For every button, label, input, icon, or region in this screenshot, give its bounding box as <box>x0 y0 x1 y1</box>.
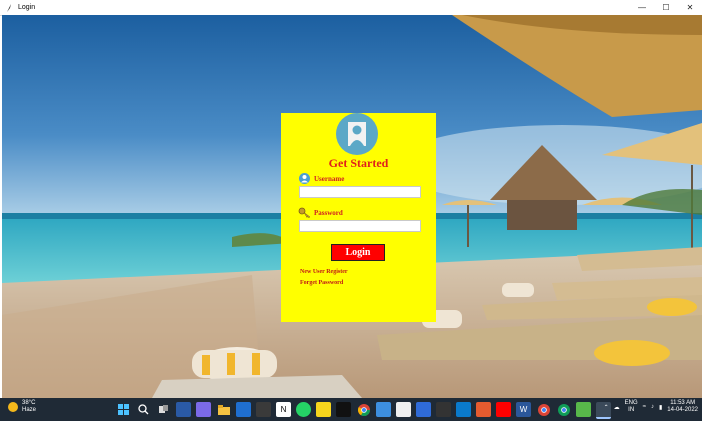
window-titlebar: Login — ☐ ✕ <box>0 0 702 16</box>
widgets-icon[interactable] <box>176 402 191 417</box>
phone-icon[interactable] <box>376 402 391 417</box>
get-started-heading: Get Started <box>328 156 389 170</box>
app-icon-2[interactable] <box>576 402 591 417</box>
language-code: ENG <box>624 400 638 406</box>
paint-icon[interactable] <box>396 402 411 417</box>
taskbar: 38°C Haze N W ⌃ ☁ ENG IN ≈ ♪ ▮ 11:53 AM … <box>0 398 702 421</box>
notion-icon[interactable]: N <box>276 402 291 417</box>
store-icon[interactable] <box>256 402 271 417</box>
whatsapp-icon[interactable] <box>296 402 311 417</box>
task-view-icon[interactable] <box>156 402 171 417</box>
gallery-icon[interactable] <box>436 402 451 417</box>
start-icon[interactable] <box>116 402 131 417</box>
region-code: IN <box>628 407 635 413</box>
word-icon[interactable]: W <box>516 402 531 417</box>
weather-widget[interactable]: 38°C Haze <box>8 400 36 414</box>
clock-time: 11:53 AM <box>670 400 696 406</box>
username-input[interactable] <box>299 186 421 198</box>
taskbar-apps: N W <box>116 402 611 419</box>
chrome-icon-3[interactable] <box>556 402 571 417</box>
app-feather-icon <box>7 3 11 12</box>
password-input[interactable] <box>299 220 421 232</box>
chrome-icon-2[interactable] <box>536 402 551 417</box>
language-indicator[interactable]: ENG IN <box>625 400 638 414</box>
window-controls: — ☐ ✕ <box>630 0 702 15</box>
chat-icon[interactable] <box>196 402 211 417</box>
minimize-button[interactable]: — <box>630 0 654 15</box>
file-explorer-icon[interactable] <box>216 402 231 417</box>
notes-icon[interactable] <box>316 402 331 417</box>
wifi-icon[interactable]: ≈ <box>643 404 646 410</box>
chrome-icon[interactable] <box>356 402 371 417</box>
password-label: Password <box>314 209 343 217</box>
clock-date: 14-04-2022 <box>667 407 698 413</box>
sun-icon <box>8 402 18 412</box>
chevron-up-icon[interactable]: ⌃ <box>604 404 609 411</box>
user-avatar-icon <box>336 113 378 155</box>
search-icon[interactable] <box>136 402 151 417</box>
system-tray: ⌃ ☁ ENG IN ≈ ♪ ▮ 11:53 AM 14-04-2022 <box>604 400 698 414</box>
weather-temp: 38°C <box>22 400 36 406</box>
window-title: Login <box>18 4 36 11</box>
user-icon <box>299 173 310 184</box>
new-user-register-link[interactable]: New User Register <box>300 269 348 275</box>
login-button[interactable]: Login <box>331 244 385 261</box>
key-icon <box>298 207 311 218</box>
clock[interactable]: 11:53 AM 14-04-2022 <box>667 400 698 414</box>
onedrive-icon[interactable]: ☁ <box>614 404 620 411</box>
vscode-icon[interactable] <box>456 402 471 417</box>
weather-desc: Haze <box>22 407 37 413</box>
terminal-icon[interactable] <box>336 402 351 417</box>
mail-icon[interactable] <box>236 402 251 417</box>
youtube-icon[interactable] <box>496 402 511 417</box>
forget-password-link[interactable]: Forget Password <box>300 280 343 286</box>
username-label: Username <box>314 175 345 183</box>
app-icon[interactable] <box>476 402 491 417</box>
photos-icon[interactable] <box>416 402 431 417</box>
maximize-button[interactable]: ☐ <box>654 0 678 15</box>
battery-icon[interactable]: ▮ <box>659 404 662 411</box>
login-card: Get Started Username Password Login New … <box>281 113 436 322</box>
close-button[interactable]: ✕ <box>678 0 702 15</box>
volume-icon[interactable]: ♪ <box>651 404 654 410</box>
